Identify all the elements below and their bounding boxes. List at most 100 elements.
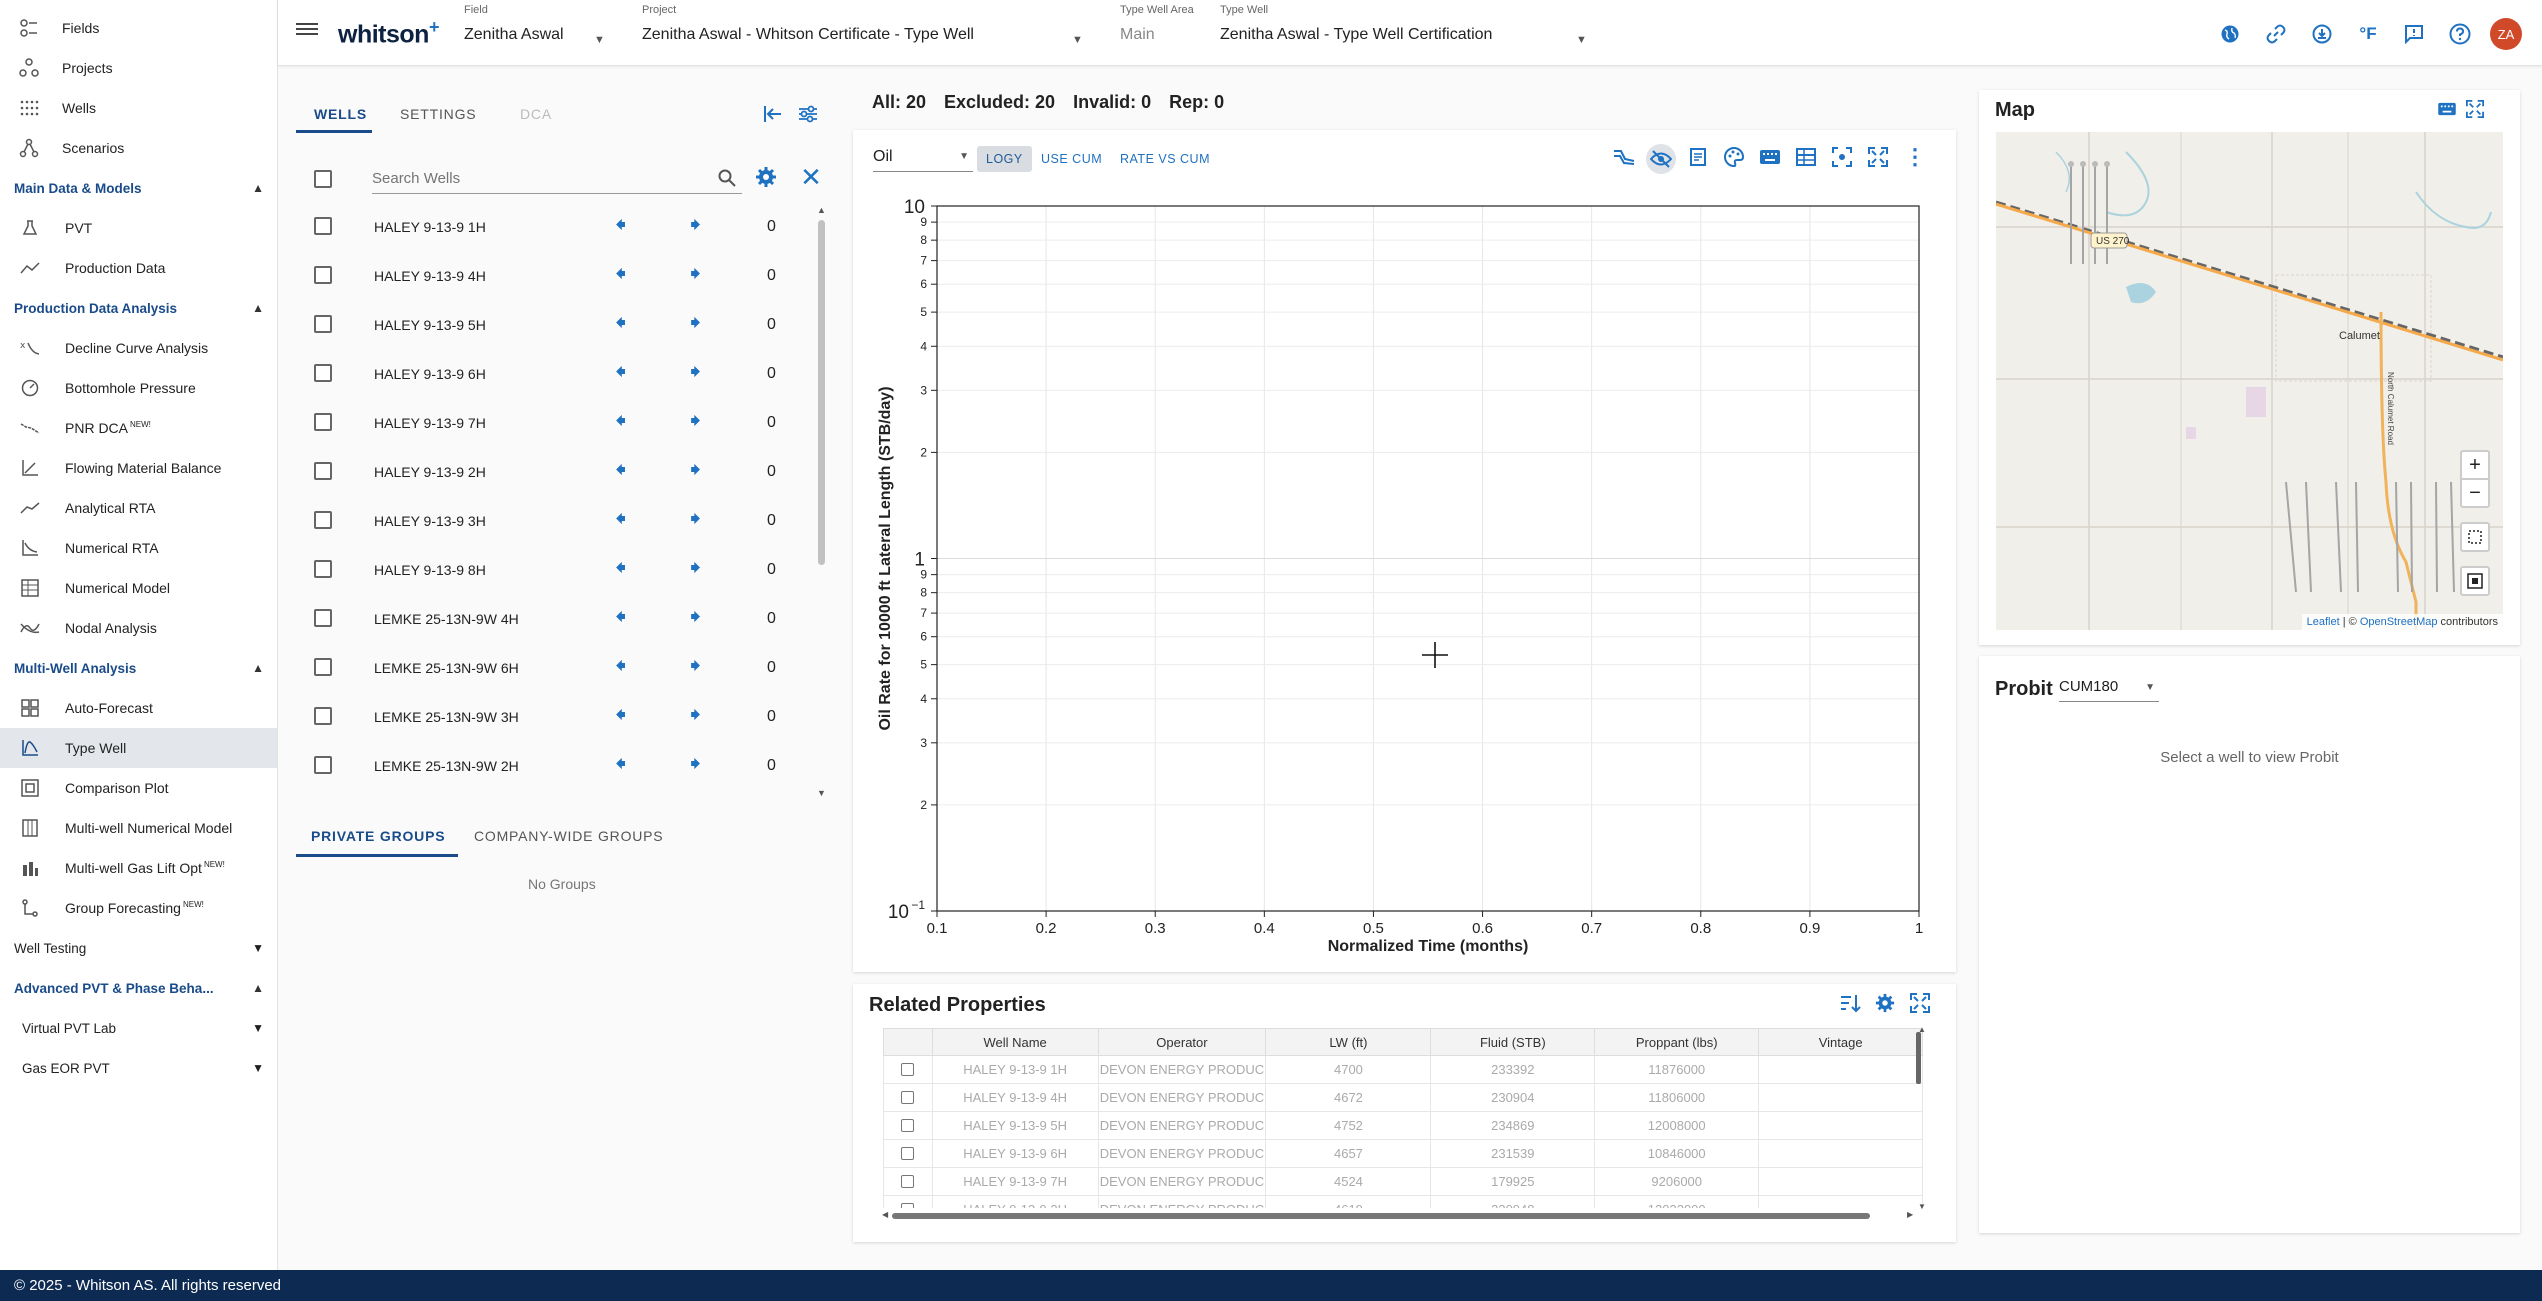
arrow-right-icon[interactable]: 🠺 (690, 557, 701, 579)
well-row[interactable]: HALEY 9-13-9 3H 🠸 🠺 0 (295, 496, 825, 545)
well-checkbox[interactable] (314, 364, 332, 382)
type-well-area-select[interactable]: Type Well Area Main (1120, 4, 1210, 44)
well-row[interactable]: LEMKE 25-13N-9W 3H 🠸 🠺 0 (295, 692, 825, 741)
sidebar-item-pnr-dca[interactable]: PNR DCA NEW! (0, 408, 277, 448)
tab-company-groups[interactable]: COMPANY-WIDE GROUPS (474, 828, 663, 844)
section-pda-toggle[interactable]: Production Data Analysis ▲ (0, 288, 277, 328)
zoom-out-button[interactable]: − (2460, 478, 2490, 508)
sidebar-item-wells[interactable]: Wells (0, 88, 277, 128)
arrow-left-icon[interactable]: 🠸 (615, 312, 626, 334)
tab-wells[interactable]: WELLS (314, 106, 367, 122)
sidebar-item-nodal[interactable]: Nodal Analysis (0, 608, 277, 648)
arrow-right-icon[interactable]: 🠺 (690, 312, 701, 334)
arrow-left-icon[interactable]: 🠸 (615, 459, 626, 481)
arrow-right-icon[interactable]: 🠺 (690, 753, 701, 775)
map-canvas[interactable]: US 270 Calumet North Calumet Road + − Le… (1996, 132, 2503, 630)
well-row[interactable]: HALEY 9-13-9 5H 🠸 🠺 0 (295, 300, 825, 349)
arrow-left-icon[interactable]: 🠸 (615, 508, 626, 530)
select-all-checkbox[interactable] (314, 170, 332, 188)
scroll-down-icon[interactable]: ▼ (817, 788, 826, 800)
arrow-left-icon[interactable]: 🠸 (615, 410, 626, 432)
palette-icon[interactable] (1721, 144, 1747, 170)
globe-icon[interactable] (2214, 18, 2246, 50)
arrow-right-icon[interactable]: 🠺 (690, 263, 701, 285)
well-checkbox[interactable] (314, 707, 332, 725)
sidebar-item-numerical-rta[interactable]: Numerical RTA (0, 528, 277, 568)
arrow-left-icon[interactable]: 🠸 (615, 361, 626, 383)
well-row[interactable]: LEMKE 25-13N-9W 4H 🠸 🠺 0 (295, 594, 825, 643)
scroll-up-icon[interactable]: ▲ (817, 205, 826, 217)
section-advanced-pvt-toggle[interactable]: Advanced PVT & Phase Beha... ▲ (0, 968, 277, 1008)
gear-icon[interactable] (753, 164, 779, 190)
well-checkbox[interactable] (314, 609, 332, 627)
arrow-left-icon[interactable]: 🠸 (615, 753, 626, 775)
type-well-select[interactable]: Type Well Zenitha Aswal - Type Well Cert… (1220, 4, 1600, 46)
keyboard-icon[interactable] (1757, 144, 1783, 170)
arrow-right-icon[interactable]: 🠺 (690, 459, 701, 481)
arrow-left-icon[interactable]: 🠸 (615, 557, 626, 579)
well-row[interactable]: HALEY 9-13-9 1H 🠸 🠺 0 (295, 202, 825, 251)
probit-select[interactable]: CUM180 ▼ (2059, 674, 2159, 702)
visibility-off-icon[interactable] (1646, 144, 1676, 174)
row-checkbox[interactable] (901, 1175, 915, 1188)
sidebar-item-numerical-model[interactable]: Numerical Model (0, 568, 277, 608)
row-checkbox[interactable] (901, 1147, 915, 1160)
logy-toggle[interactable]: LOGY (977, 146, 1032, 172)
well-row[interactable]: HALEY 9-13-9 6H 🠸 🠺 0 (295, 349, 825, 398)
section-well-testing-toggle[interactable]: Well Testing ▼ (0, 928, 277, 968)
well-list-scrollbar[interactable] (818, 220, 825, 565)
arrow-left-icon[interactable]: 🠸 (615, 606, 626, 628)
arrow-right-icon[interactable]: 🠺 (690, 606, 701, 628)
arrow-left-icon[interactable]: 🠸 (615, 263, 626, 285)
sidebar-item-group-forecasting[interactable]: Group Forecasting NEW! (0, 888, 277, 928)
project-select[interactable]: Project Zenitha Aswal - Whitson Certific… (642, 4, 1092, 46)
sidebar-item-type-well[interactable]: Type Well (0, 728, 277, 768)
close-icon[interactable]: ✕ (798, 162, 824, 192)
arrow-left-icon[interactable]: 🠸 (615, 704, 626, 726)
line-fit-icon[interactable] (1611, 144, 1637, 170)
table-row[interactable]: HALEY 9-13-9 2HDEVON ENERGY PRODUC461923… (883, 1195, 1923, 1208)
box-select-icon[interactable] (2460, 566, 2490, 596)
sidebar-item-projects[interactable]: Projects (0, 48, 277, 88)
avatar[interactable]: ZA (2490, 18, 2522, 50)
sidebar-item-pvt[interactable]: PVT (0, 208, 277, 248)
well-row[interactable]: HALEY 9-13-9 7H 🠸 🠺 0 (295, 398, 825, 447)
search-input[interactable] (372, 164, 742, 194)
row-checkbox[interactable] (901, 1203, 915, 1208)
arrow-right-icon[interactable]: 🠺 (690, 410, 701, 432)
sidebar-item-production-data[interactable]: Production Data (0, 248, 277, 288)
zoom-fit-icon[interactable] (1829, 144, 1855, 170)
well-row[interactable]: HALEY 9-13-9 8H 🠸 🠺 0 (295, 545, 825, 594)
sidebar-item-comparison-plot[interactable]: Comparison Plot (0, 768, 277, 808)
use-cum-button[interactable]: USE CUM (1041, 152, 1102, 166)
phase-select[interactable]: Oil ▼ (873, 142, 973, 172)
arrow-right-icon[interactable]: 🠺 (690, 214, 701, 236)
zoom-in-button[interactable]: + (2460, 450, 2490, 480)
arrow-left-icon[interactable]: 🠸 (615, 655, 626, 677)
table-icon[interactable] (1793, 144, 1819, 170)
table-row[interactable]: HALEY 9-13-9 1H DEVON ENERGY PRODUC 4700 23… (883, 1055, 1923, 1084)
more-vert-icon[interactable]: ⋮ (1902, 144, 1928, 170)
well-checkbox[interactable] (314, 266, 332, 284)
keyboard-icon[interactable] (2434, 96, 2460, 122)
sidebar-item-gas-eor-pvt[interactable]: Gas EOR PVT ▼ (0, 1048, 277, 1088)
sidebar-item-dca[interactable]: x Decline Curve Analysis (0, 328, 277, 368)
well-checkbox[interactable] (314, 511, 332, 529)
table-horizontal-scrollbar[interactable] (892, 1213, 1870, 1219)
sidebar-item-gas-lift[interactable]: Multi-well Gas Lift Opt NEW! (0, 848, 277, 888)
fullscreen-icon[interactable] (2462, 96, 2488, 122)
rate-time-chart[interactable]: 0.1 0.2 0.3 0.4 0.5 0.6 0.7 0.8 0.9 1 2 3 4 5 6 7 8 9 2 3 4 5… (853, 130, 1956, 972)
well-checkbox[interactable] (314, 462, 332, 480)
well-row[interactable]: HALEY 9-13-9 4H 🠸 🠺 0 (295, 251, 825, 300)
well-checkbox[interactable] (314, 217, 332, 235)
tab-dca[interactable]: DCA (520, 106, 552, 122)
column-header[interactable]: LW (ft) (1265, 1028, 1432, 1056)
column-header[interactable]: Well Name (931, 1028, 1099, 1056)
row-checkbox[interactable] (901, 1063, 915, 1076)
lasso-select-icon[interactable] (2460, 522, 2490, 552)
whitson-logo[interactable]: whitson+ (338, 17, 439, 49)
field-select[interactable]: Field Zenitha Aswal ▼ (464, 4, 614, 46)
temperature-unit-icon[interactable]: °F (2352, 18, 2384, 50)
arrow-left-icon[interactable]: 🠸 (615, 214, 626, 236)
table-row[interactable]: HALEY 9-13-9 7H DEVON ENERGY PRODUC 4524 17… (883, 1167, 1923, 1196)
